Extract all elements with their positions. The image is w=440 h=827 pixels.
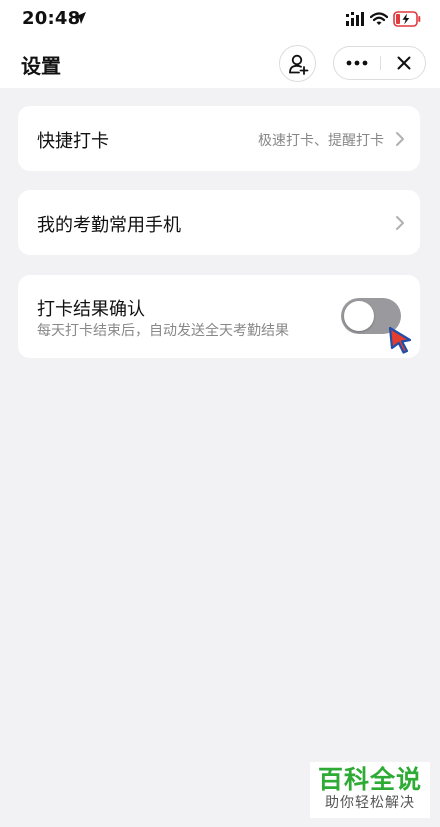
more-icon [346, 60, 368, 66]
add-user-icon [288, 54, 308, 75]
add-user-button[interactable] [279, 45, 316, 82]
wifi-icon [370, 12, 388, 25]
punch-confirm-description: 每天打卡结束后，自动发送全天考勤结果 [37, 323, 289, 339]
close-button[interactable] [381, 47, 426, 79]
punch-confirm-label: 打卡结果确认 [37, 299, 145, 320]
punch-confirm-row: 打卡结果确认 每天打卡结束后，自动发送全天考勤结果 [18, 275, 420, 358]
common-phone-label: 我的考勤常用手机 [37, 215, 181, 236]
top-area: 20:48 设置 [0, 0, 440, 88]
close-icon [397, 56, 410, 70]
page-title: 设置 [21, 54, 61, 78]
cellular-signal-icon [346, 12, 364, 26]
chevron-right-icon [396, 132, 404, 146]
status-bar: 20:48 [0, 0, 440, 40]
quick-punch-hint: 极速打卡、提醒打卡 [258, 133, 384, 149]
battery-charging-icon [393, 11, 421, 27]
quick-punch-label: 快捷打卡 [37, 131, 109, 152]
watermark-logo: 百科全说 助你轻松解决 [310, 762, 430, 818]
watermark-title: 百科全说 [317, 765, 422, 794]
status-time: 20:48 [22, 8, 81, 29]
location-arrow-icon [74, 12, 86, 24]
quick-punch-row[interactable]: 快捷打卡 极速打卡、提醒打卡 [18, 106, 420, 171]
chevron-right-icon [396, 216, 404, 230]
watermark-subtitle: 助你轻松解决 [325, 795, 415, 811]
more-button[interactable] [334, 47, 380, 79]
toggle-knob[interactable] [344, 301, 374, 331]
common-phone-row[interactable]: 我的考勤常用手机 [18, 190, 420, 255]
mouse-cursor-icon [388, 326, 412, 354]
miniprogram-capsule [333, 46, 426, 80]
